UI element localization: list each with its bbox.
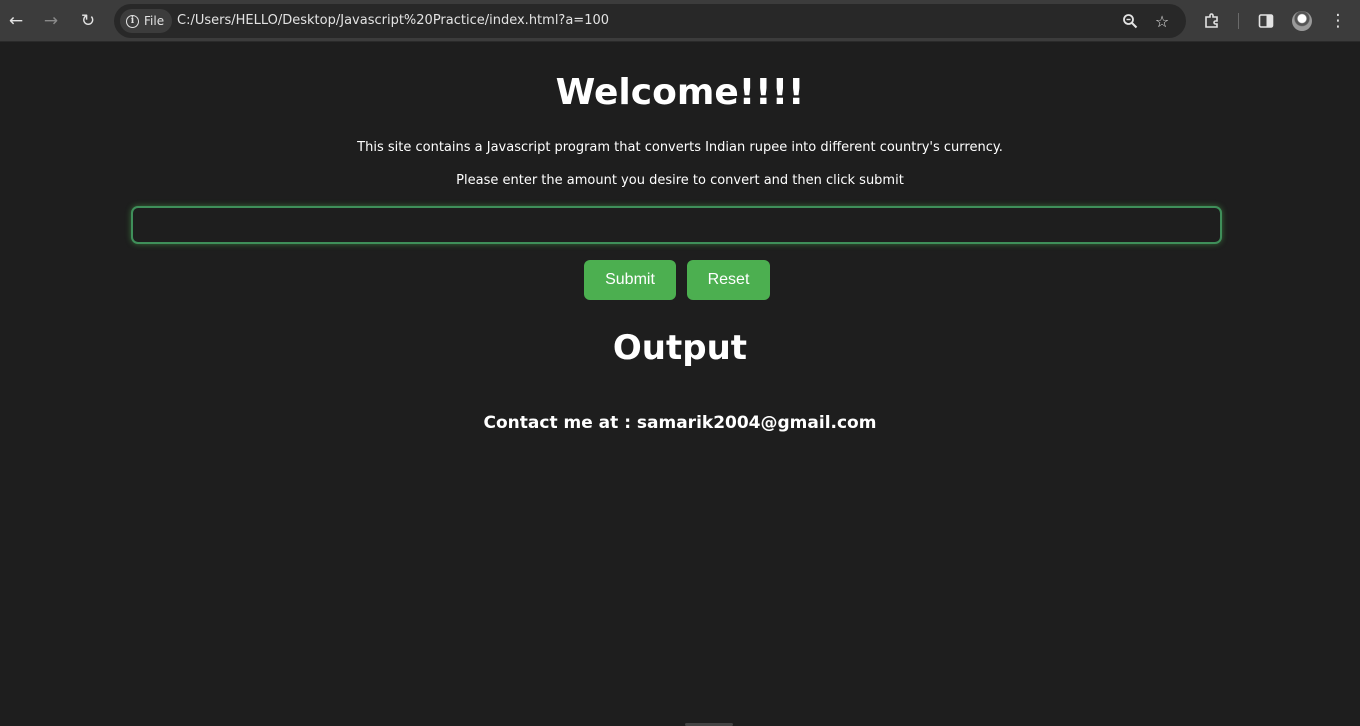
submit-button[interactable]: Submit	[584, 260, 676, 300]
forward-icon[interactable]: →	[39, 9, 63, 33]
profile-avatar[interactable]	[1292, 11, 1312, 31]
amount-input[interactable]	[131, 206, 1222, 244]
page-title: Welcome!!!!	[555, 72, 805, 113]
description-text: This site contains a Javascript program …	[357, 140, 1003, 155]
reload-icon[interactable]: ↻	[76, 9, 100, 33]
back-icon[interactable]: ←	[4, 9, 28, 33]
site-info-chip[interactable]: i File	[120, 9, 173, 33]
extensions-icon[interactable]	[1200, 9, 1224, 33]
site-info-label: File	[144, 14, 165, 28]
url-text[interactable]: C:/Users/HELLO/Desktop/Javascript%20Prac…	[177, 13, 609, 28]
address-bar[interactable]: i File C:/Users/HELLO/Desktop/Javascript…	[114, 4, 1186, 38]
contact-text: Contact me at : samarik2004@gmail.com	[483, 413, 877, 433]
menu-icon[interactable]: ⋮	[1326, 9, 1350, 33]
info-icon: i	[126, 14, 139, 28]
reset-button[interactable]: Reset	[687, 260, 770, 300]
output-heading: Output	[612, 328, 748, 368]
browser-toolbar: ← → ↻ i File C:/Users/HELLO/Desktop/Java…	[0, 0, 1360, 42]
zoom-icon[interactable]	[1118, 9, 1142, 33]
instruction-text: Please enter the amount you desire to co…	[456, 173, 904, 188]
side-panel-icon[interactable]	[1254, 9, 1278, 33]
bookmark-star-icon[interactable]: ☆	[1150, 9, 1174, 33]
page-content: Welcome!!!! This site contains a Javascr…	[0, 42, 1360, 726]
toolbar-divider	[1238, 13, 1239, 29]
